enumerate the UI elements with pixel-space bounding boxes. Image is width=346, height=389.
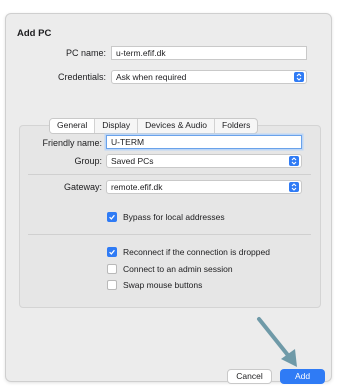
separator — [28, 174, 311, 175]
reconnect-checkbox[interactable] — [107, 247, 117, 257]
friendly-name-field[interactable]: U-TERM — [106, 135, 302, 149]
chevron-updown-icon — [289, 156, 299, 166]
tab-display[interactable]: Display — [94, 119, 137, 133]
add-button[interactable]: Add — [280, 369, 325, 384]
group-dropdown[interactable]: Saved PCs — [106, 154, 302, 168]
gateway-value: remote.efif.dk — [111, 182, 163, 192]
credentials-dropdown[interactable]: Ask when required — [111, 70, 307, 84]
chevron-updown-icon — [289, 182, 299, 192]
tab-general[interactable]: General — [50, 119, 95, 133]
annotation-arrow-icon — [257, 317, 297, 367]
checkmark-icon — [109, 249, 115, 255]
admin-session-checkbox[interactable] — [107, 264, 117, 274]
tab-bar: General Display Devices & Audio Folders — [49, 118, 259, 134]
bypass-checkbox[interactable] — [107, 212, 117, 222]
gateway-label: Gateway: — [63, 182, 102, 192]
swap-mouse-label: Swap mouse buttons — [123, 280, 203, 290]
tab-devices-audio[interactable]: Devices & Audio — [137, 119, 214, 133]
swap-mouse-checkbox[interactable] — [107, 280, 117, 290]
group-label: Group: — [74, 156, 102, 166]
group-value: Saved PCs — [111, 156, 154, 166]
checkmark-icon — [109, 214, 115, 220]
tab-folders[interactable]: Folders — [214, 119, 257, 133]
pc-name-field[interactable]: u-term.efif.dk — [111, 46, 307, 60]
chevron-updown-icon — [294, 72, 304, 82]
friendly-name-label: Friendly name: — [42, 138, 102, 148]
dialog-title: Add PC — [17, 28, 52, 39]
gateway-dropdown[interactable]: remote.efif.dk — [106, 180, 302, 194]
admin-session-label: Connect to an admin session — [123, 264, 233, 274]
bypass-label: Bypass for local addresses — [123, 212, 225, 222]
credentials-label: Credentials: — [57, 72, 106, 82]
cancel-button[interactable]: Cancel — [227, 369, 272, 384]
reconnect-label: Reconnect if the connection is dropped — [123, 247, 270, 257]
pc-name-label: PC name: — [65, 48, 106, 58]
credentials-value: Ask when required — [116, 72, 187, 82]
separator — [28, 234, 311, 235]
